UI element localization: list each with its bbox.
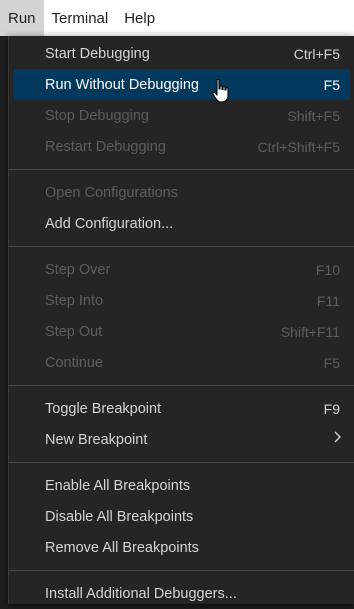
menu-item-label: Add Configuration... (45, 215, 174, 232)
menu-item-label: Step Into (45, 292, 104, 309)
menu-item-continue: Continue F5 (13, 347, 350, 378)
menu-item-label: Open Configurations (45, 184, 178, 201)
menu-separator (9, 570, 354, 571)
shortcut-label: F5 (323, 76, 340, 93)
menu-separator (9, 169, 354, 170)
shortcut-label: Ctrl+F5 (293, 45, 340, 62)
menu-separator (9, 462, 354, 463)
menu-item-remove-all-breakpoints[interactable]: Remove All Breakpoints (13, 532, 350, 563)
shortcut-label: F9 (323, 400, 340, 417)
run-menu-dropdown: Start Debugging Ctrl+F5 Run Without Debu… (8, 36, 354, 604)
menu-item-install-additional-debuggers[interactable]: Install Additional Debuggers... (13, 578, 350, 609)
menu-item-label: Disable All Breakpoints (45, 508, 194, 525)
shortcut-label: Ctrl+Shift+F5 (257, 138, 340, 155)
menu-item-toggle-breakpoint[interactable]: Toggle Breakpoint F9 (13, 393, 350, 424)
menu-item-label: Run Without Debugging (45, 76, 199, 93)
menu-item-run-without-debugging[interactable]: Run Without Debugging F5 (13, 69, 350, 100)
menu-item-restart-debugging: Restart Debugging Ctrl+Shift+F5 (13, 131, 350, 162)
menu-item-add-configuration[interactable]: Add Configuration... (13, 208, 350, 239)
menu-terminal[interactable]: Terminal (44, 0, 117, 36)
shortcut-label: F11 (316, 292, 340, 309)
menu-item-label: Remove All Breakpoints (45, 539, 199, 556)
shortcut-label: F5 (323, 354, 340, 371)
menu-item-label: Step Out (45, 323, 103, 340)
shortcut-label: Shift+F5 (287, 107, 340, 124)
menu-item-step-out: Step Out Shift+F11 (13, 316, 350, 347)
menu-item-label: Start Debugging (45, 45, 150, 62)
hand-pointer-icon (212, 78, 229, 103)
menu-item-label: Stop Debugging (45, 107, 149, 124)
menu-item-new-breakpoint[interactable]: New Breakpoint (13, 424, 350, 455)
menu-item-label: Toggle Breakpoint (45, 400, 162, 417)
menu-item-label: New Breakpoint (45, 431, 148, 448)
menu-item-disable-all-breakpoints[interactable]: Disable All Breakpoints (13, 501, 350, 532)
menu-help[interactable]: Help (116, 0, 163, 36)
menu-item-label: Enable All Breakpoints (45, 477, 191, 494)
menu-item-stop-debugging: Stop Debugging Shift+F5 (13, 100, 350, 131)
menu-item-start-debugging[interactable]: Start Debugging Ctrl+F5 (13, 38, 350, 69)
menu-item-label: Install Additional Debuggers... (45, 585, 237, 602)
shortcut-label: F10 (315, 261, 340, 278)
shortcut-label: Shift+F11 (280, 323, 340, 340)
menu-separator (9, 385, 354, 386)
menu-item-open-configurations: Open Configurations (13, 177, 350, 208)
menu-run[interactable]: Run (0, 0, 44, 36)
menu-item-enable-all-breakpoints[interactable]: Enable All Breakpoints (13, 470, 350, 501)
menu-item-label: Continue (45, 354, 104, 371)
menu-bar: Run Terminal Help (0, 0, 354, 36)
menu-item-label: Step Over (45, 261, 111, 278)
menu-item-step-into: Step Into F11 (13, 285, 350, 316)
chevron-right-icon (333, 430, 342, 449)
menu-item-label: Restart Debugging (45, 138, 166, 155)
menu-separator (9, 246, 354, 247)
menu-item-step-over: Step Over F10 (13, 254, 350, 285)
